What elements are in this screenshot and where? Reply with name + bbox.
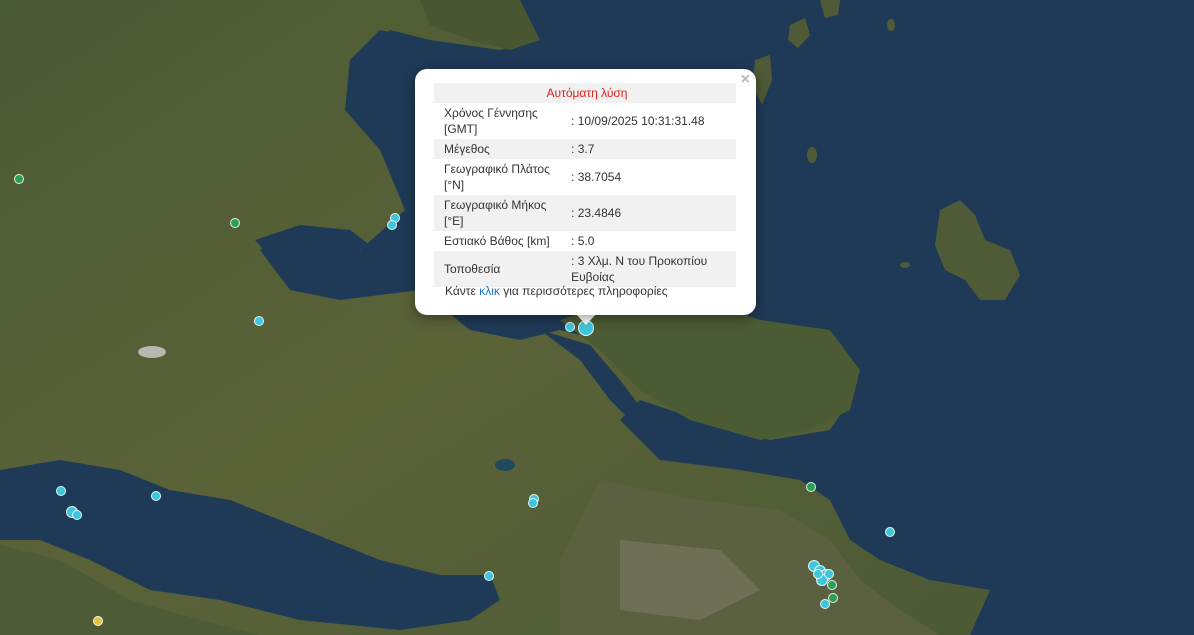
close-icon[interactable]: × (741, 72, 750, 88)
earthquake-marker[interactable] (230, 218, 240, 228)
earthquake-marker[interactable] (72, 510, 82, 520)
more-info-link[interactable]: κλικ (479, 284, 500, 298)
table-row: Γεωγραφικό Πλάτος [°N] : 38.7054 (434, 159, 736, 195)
earthquake-popup: × Αυτόματη λύση Χρόνος Γέννησης [GMT] : … (415, 69, 756, 315)
earthquake-marker[interactable] (565, 322, 575, 332)
row-label: Γεωγραφικό Πλάτος [°N] (444, 162, 550, 192)
row-label: Γεωγραφικό Μήκος [°E] (434, 195, 568, 231)
row-value: : 3 Χλμ. Ν του Προκοπίου Ευβοίας (567, 251, 736, 287)
row-label: Μέγεθος (434, 139, 568, 159)
earthquake-marker[interactable] (820, 599, 830, 609)
earthquake-marker[interactable] (151, 491, 161, 501)
table-row: Τοποθεσία : 3 Χλμ. Ν του Προκοπίου Ευβοί… (434, 251, 736, 287)
more-suffix: για περισσότερες πληροφορίες (499, 284, 668, 298)
earthquake-marker[interactable] (56, 486, 66, 496)
row-value: : 38.7054 (571, 170, 622, 184)
table-row: Μέγεθος : 3.7 (434, 139, 736, 159)
earthquake-marker[interactable] (484, 571, 494, 581)
row-value: : 23.4846 (567, 195, 736, 231)
earthquake-marker[interactable] (827, 580, 837, 590)
table-row: Γεωγραφικό Μήκος [°E] : 23.4846 (434, 195, 736, 231)
earthquake-marker[interactable] (528, 498, 538, 508)
earthquake-marker[interactable] (14, 174, 24, 184)
table-row: Χρόνος Γέννησης [GMT] : 10/09/2025 10:31… (434, 103, 736, 139)
earthquake-marker[interactable] (824, 569, 834, 579)
earthquake-info-table: Αυτόματη λύση Χρόνος Γέννησης [GMT] : 10… (434, 83, 736, 287)
row-label: Τοποθεσία (434, 251, 568, 287)
table-row: Εστιακό Βάθος [km] : 5.0 (434, 231, 736, 251)
earthquake-marker[interactable] (885, 527, 895, 537)
more-info-text: Κάντε κλικ για περισσότερες πληροφορίες (445, 284, 668, 298)
earthquake-marker[interactable] (387, 220, 397, 230)
row-value: : 10/09/2025 10:31:31.48 (571, 114, 705, 128)
earthquake-marker[interactable] (813, 569, 823, 579)
earthquake-marker[interactable] (254, 316, 264, 326)
earthquake-marker[interactable] (93, 616, 103, 626)
more-prefix: Κάντε (445, 284, 480, 298)
row-value: : 5.0 (571, 234, 595, 248)
row-label: Εστιακό Βάθος [km] (444, 234, 550, 248)
earthquake-marker[interactable] (806, 482, 816, 492)
row-value: : 3.7 (567, 139, 736, 159)
popup-title: Αυτόματη λύση (434, 83, 736, 103)
row-label: Χρόνος Γέννησης [GMT] (444, 106, 538, 136)
